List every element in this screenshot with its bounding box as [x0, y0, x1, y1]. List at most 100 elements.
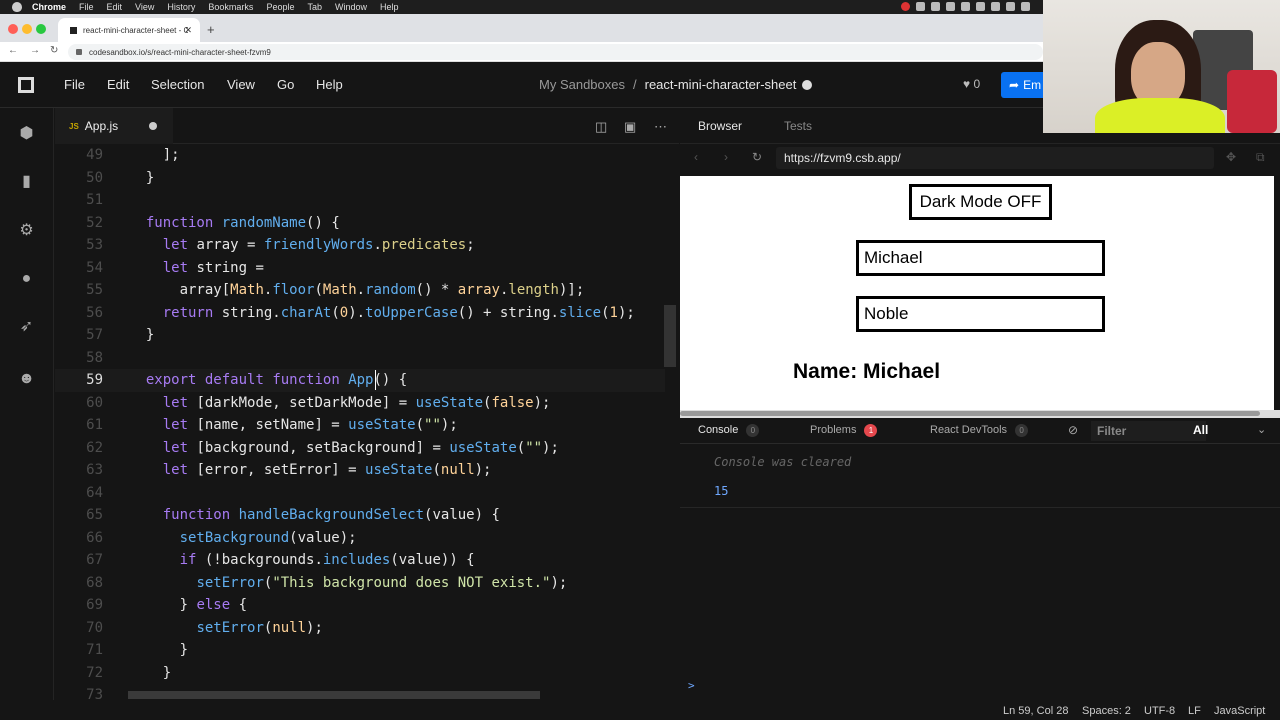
- menu-tab[interactable]: Tab: [307, 2, 322, 12]
- menu-help[interactable]: Help: [380, 2, 399, 12]
- more-actions-icon[interactable]: ⋯: [654, 119, 667, 135]
- file-icon[interactable]: ▮: [18, 173, 35, 190]
- menu-file[interactable]: File: [64, 77, 85, 92]
- code-line[interactable]: 71 }: [55, 639, 665, 662]
- code-line[interactable]: 66 setBackground(value);: [55, 527, 665, 550]
- vertical-scrollbar[interactable]: [664, 305, 676, 367]
- tray-icon[interactable]: [961, 2, 970, 11]
- tray-icon[interactable]: [1006, 2, 1015, 11]
- open-new-window-icon[interactable]: ⧉: [1256, 150, 1265, 165]
- code-line[interactable]: 61 let [name, setName] = useState("");: [55, 414, 665, 437]
- code-line[interactable]: 51: [55, 189, 665, 212]
- background-input[interactable]: Noble: [856, 296, 1105, 332]
- reload-icon[interactable]: ↻: [50, 45, 58, 56]
- forward-icon[interactable]: ›: [724, 150, 728, 164]
- tray-icon[interactable]: [916, 2, 925, 11]
- code-line[interactable]: 49 ];: [55, 144, 665, 167]
- project-name[interactable]: react-mini-character-sheet: [645, 77, 797, 92]
- github-icon[interactable]: ●: [18, 270, 35, 287]
- horizontal-scrollbar[interactable]: [128, 691, 540, 699]
- code-line[interactable]: 65 function handleBackgroundSelect(value…: [55, 504, 665, 527]
- menu-file[interactable]: File: [79, 2, 94, 12]
- menu-go[interactable]: Go: [277, 77, 294, 92]
- code-line[interactable]: 50 }: [55, 167, 665, 190]
- code-line[interactable]: 67 if (!backgrounds.includes(value)) {: [55, 549, 665, 572]
- code-line[interactable]: 58: [55, 347, 665, 370]
- code-line[interactable]: 52 function randomName() {: [55, 212, 665, 235]
- new-tab-icon[interactable]: +: [207, 22, 215, 37]
- tab-browser[interactable]: Browser: [698, 119, 742, 133]
- line-ending[interactable]: LF: [1188, 705, 1201, 717]
- apple-icon[interactable]: [12, 2, 22, 12]
- clear-console-icon[interactable]: ⊘: [1068, 423, 1078, 437]
- code-editor[interactable]: 49 ]; 50 } 51 52 function randomName() {53 …: [55, 144, 679, 700]
- back-icon[interactable]: ←: [8, 45, 18, 56]
- unsaved-dot-icon[interactable]: [149, 122, 157, 130]
- menu-chrome[interactable]: Chrome: [32, 2, 66, 12]
- code-line[interactable]: 55 array[Math.floor(Math.random() * arra…: [55, 279, 665, 302]
- code-line[interactable]: 69 } else {: [55, 594, 665, 617]
- breadcrumb-my-sandboxes[interactable]: My Sandboxes: [539, 77, 625, 92]
- globe-icon[interactable]: [802, 80, 813, 90]
- tray-icon[interactable]: [976, 2, 985, 11]
- indentation[interactable]: Spaces: 2: [1082, 705, 1131, 717]
- close-tab-icon[interactable]: ✕: [184, 25, 192, 36]
- chevron-down-icon[interactable]: ⌄: [1257, 423, 1266, 436]
- menu-edit[interactable]: Edit: [107, 77, 129, 92]
- console-prompt-input[interactable]: >: [688, 679, 695, 692]
- menu-window[interactable]: Window: [335, 2, 367, 12]
- menu-edit[interactable]: Edit: [107, 2, 123, 12]
- code-line[interactable]: 64: [55, 482, 665, 505]
- minimize-window-button[interactable]: [22, 24, 32, 34]
- console-filter-input[interactable]: Filter: [1091, 421, 1206, 441]
- menu-view[interactable]: View: [227, 77, 255, 92]
- log-level-select[interactable]: All: [1193, 423, 1208, 437]
- devtools-icon[interactable]: ✥: [1226, 150, 1236, 164]
- code-line[interactable]: 70 setError(null);: [55, 617, 665, 640]
- codesandbox-logo-icon[interactable]: [18, 77, 34, 93]
- code-line[interactable]: 56 return string.charAt(0).toUpperCase()…: [55, 302, 665, 325]
- tab-tests[interactable]: Tests: [784, 119, 812, 133]
- users-icon[interactable]: ☻: [18, 370, 35, 387]
- code-line[interactable]: 60 let [darkMode, setDarkMode] = useStat…: [55, 392, 665, 415]
- dark-mode-button[interactable]: Dark Mode OFF: [909, 184, 1052, 220]
- tab-react-devtools[interactable]: React DevTools 0: [930, 424, 1029, 437]
- back-icon[interactable]: ‹: [694, 150, 698, 164]
- code-line[interactable]: 72 }: [55, 662, 665, 685]
- menu-people[interactable]: People: [266, 2, 294, 12]
- tray-icon[interactable]: [991, 2, 1000, 11]
- cursor-position[interactable]: Ln 59, Col 28: [1003, 705, 1068, 717]
- menu-help[interactable]: Help: [316, 77, 343, 92]
- split-editor-icon[interactable]: ◫: [595, 119, 607, 135]
- gear-icon[interactable]: ⚙: [18, 222, 35, 239]
- forward-icon[interactable]: →: [30, 45, 40, 56]
- maximize-window-button[interactable]: [36, 24, 46, 34]
- tab-problems[interactable]: Problems 1: [810, 424, 878, 437]
- code-line[interactable]: 59 export default function App() {: [55, 369, 665, 392]
- language-mode[interactable]: JavaScript: [1214, 705, 1265, 717]
- rocket-icon[interactable]: ➶: [18, 318, 35, 335]
- menu-history[interactable]: History: [167, 2, 195, 12]
- menu-bookmarks[interactable]: Bookmarks: [208, 2, 253, 12]
- encoding[interactable]: UTF-8: [1144, 705, 1175, 717]
- menu-view[interactable]: View: [135, 2, 154, 12]
- close-window-button[interactable]: [8, 24, 18, 34]
- scrollbar-thumb[interactable]: [680, 411, 1260, 416]
- cube-icon[interactable]: ⬢: [18, 125, 35, 142]
- code-line[interactable]: 57 }: [55, 324, 665, 347]
- menu-selection[interactable]: Selection: [151, 77, 204, 92]
- file-tab-app-js[interactable]: JS App.js: [55, 108, 173, 144]
- tray-icon[interactable]: [946, 2, 955, 11]
- preview-window-icon[interactable]: ▣: [624, 119, 636, 135]
- preview-url-input[interactable]: https://fzvm9.csb.app/: [776, 147, 1214, 169]
- browser-tab[interactable]: react-mini-character-sheet - C ✕: [58, 18, 200, 42]
- code-line[interactable]: 68 setError("This background does NOT ex…: [55, 572, 665, 595]
- name-input[interactable]: Michael: [856, 240, 1105, 276]
- like-counter[interactable]: ♥ 0: [963, 77, 980, 91]
- code-line[interactable]: 54 let string =: [55, 257, 665, 280]
- code-line[interactable]: 62 let [background, setBackground] = use…: [55, 437, 665, 460]
- code-line[interactable]: 53 let array = friendlyWords.predicates;: [55, 234, 665, 257]
- address-bar[interactable]: codesandbox.io/s/react-mini-character-sh…: [68, 44, 1043, 60]
- refresh-icon[interactable]: ↻: [752, 150, 762, 164]
- code-line[interactable]: 63 let [error, setError] = useState(null…: [55, 459, 665, 482]
